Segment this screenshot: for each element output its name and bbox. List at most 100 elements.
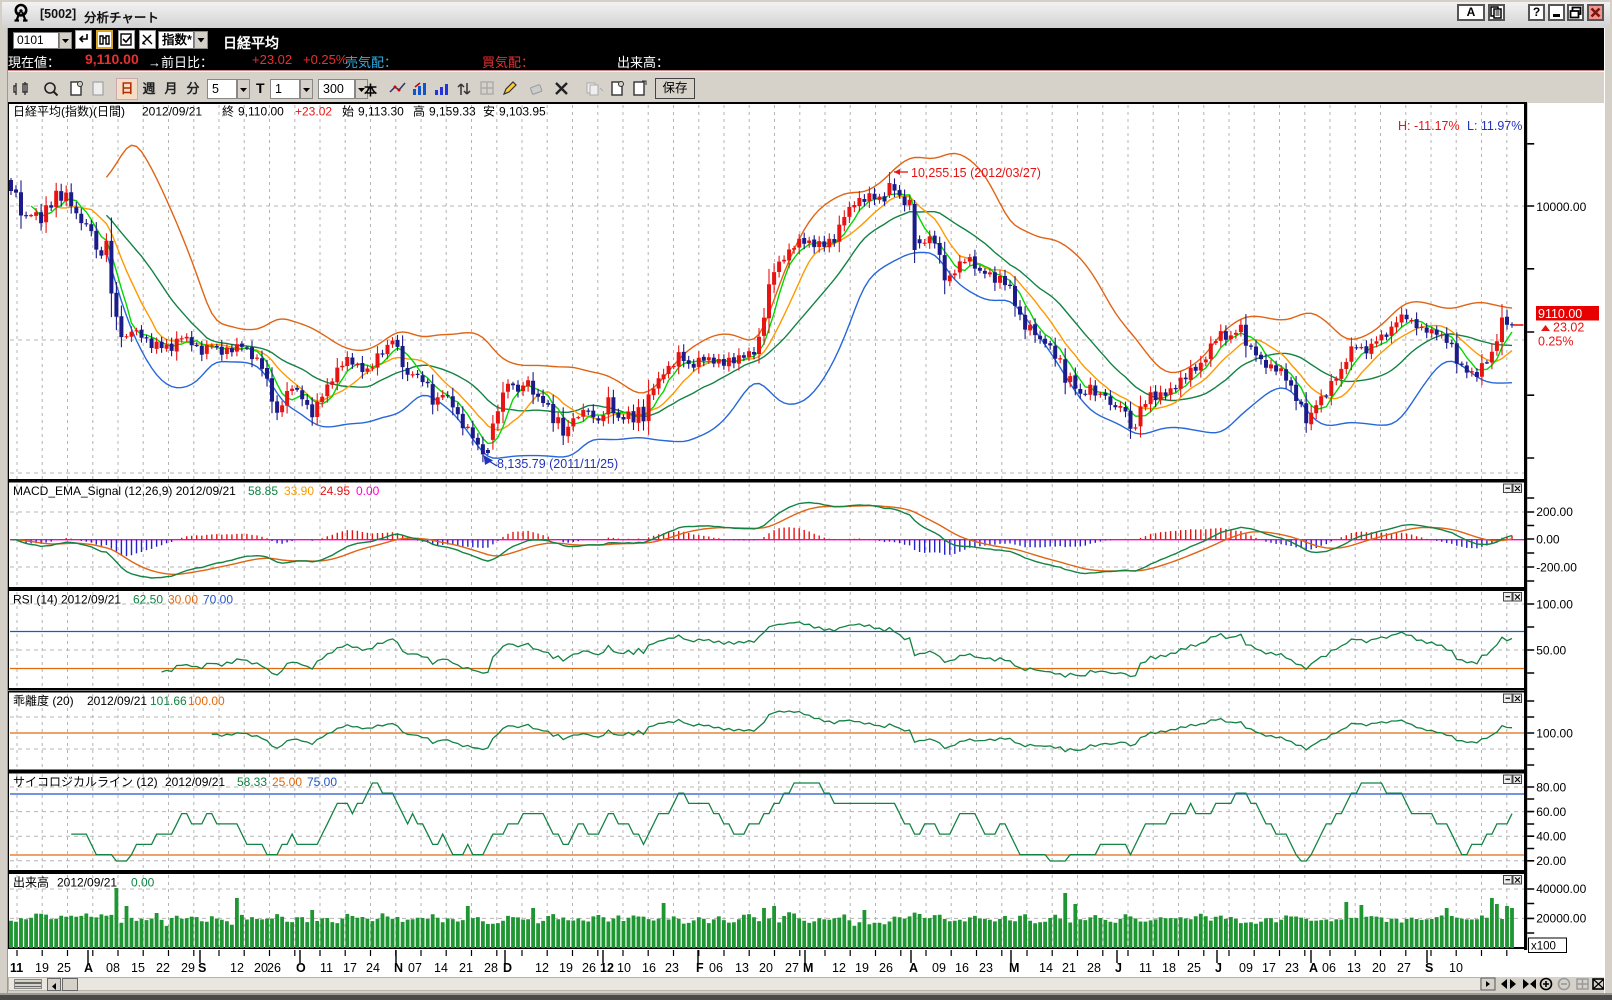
- svg-text:20.00: 20.00: [1536, 854, 1566, 868]
- svg-text:18: 18: [1162, 961, 1176, 975]
- svg-text:19: 19: [559, 961, 573, 975]
- svg-text:MACD_EMA_Signal (12,26,9) 2012: MACD_EMA_Signal (12,26,9) 2012/09/21: [13, 484, 236, 498]
- svg-text:60.00: 60.00: [1536, 805, 1566, 819]
- svg-text:M: M: [803, 961, 813, 975]
- svg-text:13: 13: [735, 961, 749, 975]
- svg-text:高: 高: [413, 104, 425, 119]
- svg-text:70.00: 70.00: [203, 593, 233, 607]
- svg-text:27: 27: [1397, 961, 1411, 975]
- svg-text:L: 11.97%: L: 11.97%: [1467, 119, 1522, 133]
- svg-text:14: 14: [1039, 961, 1053, 975]
- svg-text:D: D: [503, 961, 512, 975]
- svg-text:N: N: [394, 961, 403, 975]
- svg-text:11: 11: [10, 961, 23, 975]
- svg-text:19: 19: [855, 961, 869, 975]
- svg-text:13: 13: [1347, 961, 1361, 975]
- svg-text:26: 26: [267, 961, 281, 975]
- svg-text:25: 25: [57, 961, 71, 975]
- svg-text:21: 21: [459, 961, 473, 975]
- svg-text:22: 22: [156, 961, 170, 975]
- svg-text:サイコロジカルライン (12): サイコロジカルライン (12): [13, 775, 158, 789]
- svg-text:9,159.33: 9,159.33: [429, 105, 476, 119]
- svg-text:0.00: 0.00: [131, 876, 155, 890]
- svg-text:28: 28: [484, 961, 498, 975]
- svg-text:27: 27: [785, 961, 799, 975]
- svg-text:10: 10: [1449, 961, 1463, 975]
- svg-text:25: 25: [1187, 961, 1201, 975]
- svg-text:2012/09/21: 2012/09/21: [165, 775, 225, 789]
- svg-text:2012/09/21: 2012/09/21: [57, 876, 117, 890]
- svg-text:23: 23: [979, 961, 993, 975]
- svg-text:25.00: 25.00: [272, 775, 302, 789]
- svg-text:101.66: 101.66: [150, 694, 187, 708]
- svg-text:21: 21: [1062, 961, 1076, 975]
- svg-text:26: 26: [582, 961, 596, 975]
- svg-text:11: 11: [320, 961, 333, 975]
- svg-text:80.00: 80.00: [1536, 781, 1566, 795]
- svg-text:40.00: 40.00: [1536, 830, 1566, 844]
- svg-text:乖離度 (20): 乖離度 (20): [13, 693, 74, 708]
- svg-text:16: 16: [642, 961, 656, 975]
- svg-text:20: 20: [1372, 961, 1386, 975]
- svg-text:100.00: 100.00: [1536, 598, 1573, 612]
- svg-text:100.00: 100.00: [1536, 727, 1573, 741]
- svg-text:x100: x100: [1531, 941, 1556, 953]
- svg-text:26: 26: [879, 961, 893, 975]
- svg-text:09: 09: [1239, 961, 1253, 975]
- svg-text:14: 14: [434, 961, 448, 975]
- svg-text:2012/09/21: 2012/09/21: [87, 694, 147, 708]
- svg-text:F: F: [696, 961, 704, 975]
- svg-text:12: 12: [230, 961, 244, 975]
- svg-text:10,255.15 (2012/03/27): 10,255.15 (2012/03/27): [911, 166, 1041, 180]
- svg-text:J: J: [1215, 961, 1222, 975]
- svg-text:A: A: [84, 961, 93, 975]
- svg-text:29: 29: [181, 961, 195, 975]
- svg-text:0.00: 0.00: [1536, 533, 1560, 547]
- svg-text:40000.00: 40000.00: [1536, 882, 1586, 896]
- svg-text:20: 20: [254, 961, 268, 975]
- svg-text:A: A: [1309, 961, 1318, 975]
- svg-text:100.00: 100.00: [188, 694, 225, 708]
- svg-text:O: O: [296, 961, 306, 975]
- svg-text:9110.00: 9110.00: [1538, 307, 1582, 321]
- svg-text:12: 12: [535, 961, 549, 975]
- svg-text:10: 10: [617, 961, 631, 975]
- svg-text:M: M: [1009, 961, 1019, 975]
- svg-text:S: S: [1425, 961, 1433, 975]
- svg-text:75.00: 75.00: [307, 775, 337, 789]
- svg-text:09: 09: [932, 961, 946, 975]
- svg-text:出来高: 出来高: [13, 875, 49, 890]
- svg-text:12: 12: [600, 961, 614, 975]
- svg-text:20000.00: 20000.00: [1536, 912, 1586, 926]
- svg-text:H: -11.17%: H: -11.17%: [1398, 119, 1460, 133]
- svg-text:23: 23: [665, 961, 679, 975]
- svg-text:23: 23: [1285, 961, 1299, 975]
- svg-text:S: S: [198, 961, 206, 975]
- svg-text:24: 24: [366, 961, 380, 975]
- svg-text:17: 17: [1262, 961, 1276, 975]
- svg-text:07: 07: [408, 961, 422, 975]
- svg-text:始: 始: [342, 105, 354, 119]
- svg-text:17: 17: [343, 961, 357, 975]
- svg-text:+23.02: +23.02: [295, 105, 332, 119]
- svg-text:19: 19: [35, 961, 49, 975]
- svg-text:0.00: 0.00: [356, 484, 380, 498]
- svg-text:10000.00: 10000.00: [1536, 200, 1586, 214]
- svg-text:2012/09/21: 2012/09/21: [142, 105, 202, 119]
- svg-text:15: 15: [131, 961, 145, 975]
- svg-text:62.50: 62.50: [133, 593, 163, 607]
- svg-text:200.00: 200.00: [1536, 505, 1573, 519]
- svg-text:16: 16: [955, 961, 969, 975]
- svg-text:終: 終: [222, 104, 234, 119]
- svg-text:33.90: 33.90: [284, 484, 314, 498]
- svg-text:RSI (14) 2012/09/21: RSI (14) 2012/09/21: [13, 593, 121, 607]
- svg-text:9,113.30: 9,113.30: [358, 105, 404, 119]
- svg-text:11: 11: [1139, 961, 1152, 975]
- svg-text:9,110.00: 9,110.00: [238, 105, 284, 119]
- svg-text:12: 12: [832, 961, 846, 975]
- svg-text:8,135.79 (2011/11/25): 8,135.79 (2011/11/25): [497, 457, 618, 471]
- svg-text:安: 安: [483, 104, 495, 119]
- svg-text:J: J: [1115, 961, 1122, 975]
- svg-text:-200.00: -200.00: [1536, 561, 1577, 575]
- svg-text:28: 28: [1087, 961, 1101, 975]
